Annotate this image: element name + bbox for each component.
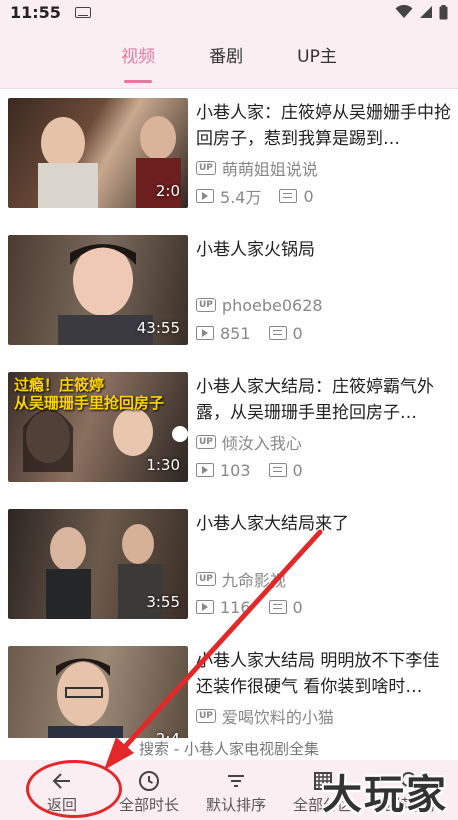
video-views: 5.4万 <box>220 188 262 207</box>
uploader-icon: UP <box>196 572 216 586</box>
video-uploader: 爱喝饮料的小猫 <box>221 708 334 727</box>
video-views: 851 <box>220 323 251 343</box>
search-tabs: 视频 番剧 UP主 <box>0 24 458 89</box>
video-views: 116 <box>220 597 251 617</box>
video-title: 小巷人家大结局 明明放不下李佳还装作很硬气 看你装到啥时… <box>196 651 440 697</box>
keyboard-icon <box>74 6 91 18</box>
video-item[interactable]: 2:4 小巷人家大结局 明明放不下李佳还装作很硬气 看你装到啥时… UP 爱喝饮料… <box>0 636 458 738</box>
sort-button[interactable]: 默认排序 <box>196 770 276 815</box>
uploader-icon: UP <box>196 298 216 312</box>
tab-uploader[interactable]: UP主 <box>297 42 337 71</box>
video-thumbnail: 过瘾！庄筱婷 从吴珊珊手里抢回房子 1:30 <box>8 372 188 482</box>
video-comments: 0 <box>292 323 303 343</box>
play-count-icon <box>196 600 214 614</box>
video-duration: 2:4 <box>156 730 180 738</box>
thumbnail-caption: 从吴珊珊手里抢回房子 <box>14 394 165 412</box>
video-uploader: phoebe0628 <box>221 295 323 315</box>
video-uploader: 九命影视 <box>221 571 286 590</box>
back-button[interactable]: 返回 <box>22 770 102 815</box>
video-duration: 3:55 <box>146 593 180 611</box>
video-item[interactable]: 过瘾！庄筱婷 从吴珊珊手里抢回房子 1:30 小巷人家大结局：庄筱婷霸气外露，从… <box>0 362 458 499</box>
watermark-text: 大玩家 <box>322 772 448 818</box>
tab-bangumi[interactable]: 番剧 <box>209 42 243 71</box>
sort-icon <box>228 775 244 787</box>
duration-filter-label: 全部时长 <box>118 796 179 814</box>
video-comments: 0 <box>292 597 303 617</box>
video-item[interactable]: 3:55 小巷人家大结局来了 UP 九命影视 116 0 <box>0 499 458 636</box>
video-comments: 0 <box>292 460 303 480</box>
sort-label: 默认排序 <box>205 796 266 814</box>
status-time: 11:55 <box>10 2 61 22</box>
wifi-icon <box>395 5 413 18</box>
signal-icon <box>420 6 432 18</box>
arrow-left-icon <box>52 773 70 789</box>
video-uploader: 倾汝入我心 <box>221 434 302 453</box>
danmaku-icon <box>279 189 298 203</box>
video-item[interactable]: 43:55 小巷人家火锅局 UP phoebe0628 851 0 <box>0 225 458 362</box>
uploader-icon: UP <box>196 435 216 449</box>
video-list: 2:0 小巷人家：庄筱婷从吴姗姗手中抢回房子，惹到我算是踢到… UP 萌萌姐姐说说… <box>0 88 458 738</box>
tab-video[interactable]: 视频 <box>121 42 155 71</box>
video-duration: 43:55 <box>136 319 180 337</box>
danmaku-icon <box>268 463 287 477</box>
video-thumbnail: 2:0 <box>8 98 188 208</box>
clock-icon <box>139 771 159 791</box>
video-thumbnail: 2:4 <box>8 646 188 738</box>
video-title: 小巷人家火锅局 <box>196 240 315 260</box>
duration-filter-button[interactable]: 全部时长 <box>109 770 189 815</box>
video-thumbnail: 3:55 <box>8 509 188 619</box>
search-keyword-hint: 搜索 - 小巷人家电视剧全集 <box>0 738 458 760</box>
video-views: 103 <box>220 460 251 480</box>
back-label: 返回 <box>46 796 77 814</box>
video-duration: 1:30 <box>146 456 180 474</box>
video-title: 小巷人家大结局来了 <box>196 514 349 534</box>
play-count-icon <box>196 189 214 203</box>
video-item[interactable]: 2:0 小巷人家：庄筱婷从吴姗姗手中抢回房子，惹到我算是踢到… UP 萌萌姐姐说说… <box>0 88 458 225</box>
video-title: 小巷人家大结局：庄筱婷霸气外露，从吴珊珊手里抢回房子… <box>196 377 434 423</box>
video-title: 小巷人家：庄筱婷从吴姗姗手中抢回房子，惹到我算是踢到… <box>196 103 451 149</box>
video-duration: 2:0 <box>155 182 180 200</box>
play-count-icon <box>196 326 214 340</box>
danmaku-icon <box>268 326 287 340</box>
video-thumbnail: 43:55 <box>8 235 188 345</box>
danmaku-icon <box>268 600 287 614</box>
uploader-icon: UP <box>196 161 216 175</box>
status-bar: 11:55 <box>0 0 458 24</box>
play-count-icon <box>196 463 214 477</box>
battery-icon <box>439 4 448 19</box>
video-uploader: 萌萌姐姐说说 <box>221 160 318 179</box>
uploader-icon: UP <box>196 709 216 723</box>
video-comments: 0 <box>303 186 314 206</box>
